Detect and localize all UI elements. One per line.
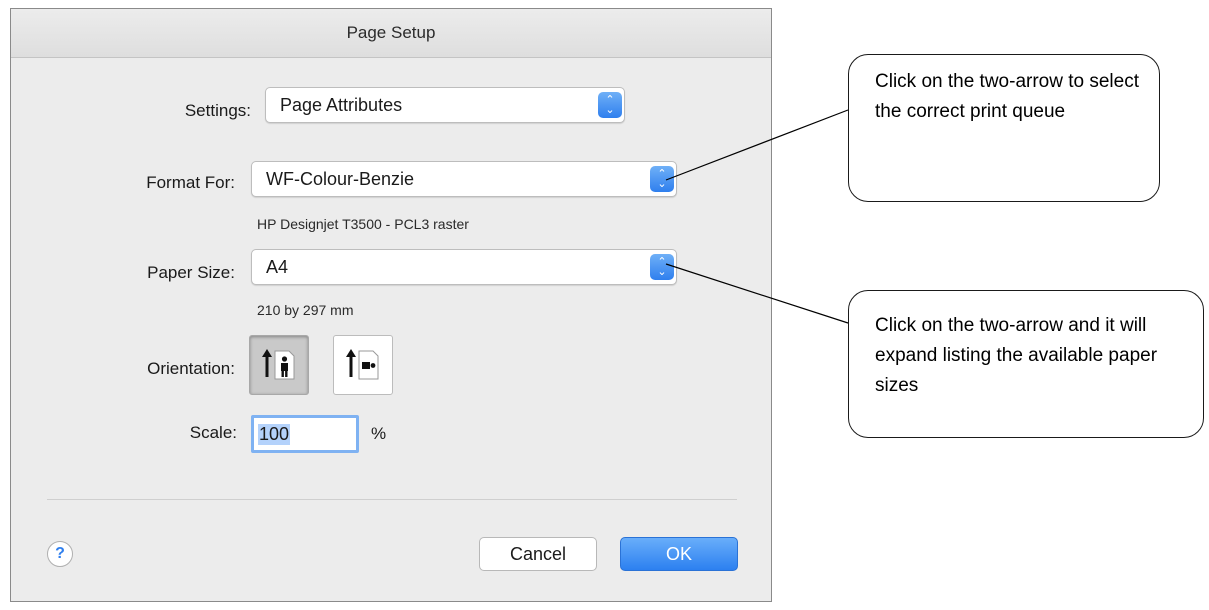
- callout-paper-size: Click on the two-arrow and it will expan…: [848, 290, 1204, 438]
- connector-line-format: [665, 109, 849, 181]
- connector-line-paper: [665, 263, 849, 324]
- callout-format-for: Click on the two-arrow to select the cor…: [848, 54, 1160, 202]
